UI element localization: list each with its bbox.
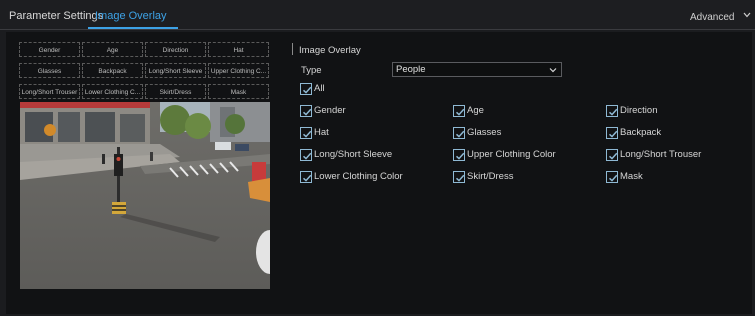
tag-mask: Mask: [208, 84, 269, 99]
check-icon[interactable]: [453, 171, 465, 183]
type-select-value: People: [396, 64, 426, 75]
checkbox-label: Gender: [314, 105, 346, 116]
type-select[interactable]: People: [392, 62, 562, 77]
tag-glasses: Glasses: [19, 63, 80, 78]
checkbox-label: Age: [467, 105, 484, 116]
section-marker: [292, 43, 293, 55]
checkbox-label: Long/Short Sleeve: [314, 149, 393, 160]
check-icon[interactable]: [300, 149, 312, 161]
check-icon[interactable]: [453, 149, 465, 161]
tag-gender: Gender: [19, 42, 80, 57]
tag-long-short-trouser: Long/Short Trouser: [19, 84, 80, 99]
top-tab-bar: Parameter Settings Image Overlay Advance…: [0, 0, 755, 30]
tag-hat: Hat: [208, 42, 269, 57]
chevron-down-icon[interactable]: [742, 10, 752, 20]
street-scene-image: [20, 102, 270, 289]
check-icon[interactable]: [453, 105, 465, 117]
active-tab-indicator: [88, 27, 178, 29]
checkbox-label: Backpack: [620, 127, 662, 138]
tab-image-overlay[interactable]: Image Overlay: [95, 10, 167, 22]
tag-upper-clothing-color: Upper Clothing C...: [208, 63, 269, 78]
attribute-tag-grid: Gender Age Direction Hat Glasses Backpac…: [19, 42, 269, 99]
section-title: Image Overlay: [299, 45, 361, 56]
tab-parameter-settings[interactable]: Parameter Settings: [9, 10, 103, 22]
tag-backpack: Backpack: [82, 63, 143, 78]
check-icon[interactable]: [606, 105, 618, 117]
checkbox-label: Direction: [620, 105, 658, 116]
check-icon[interactable]: [300, 127, 312, 139]
check-icon[interactable]: [606, 127, 618, 139]
checkbox-label: Mask: [620, 171, 643, 182]
check-icon[interactable]: [606, 171, 618, 183]
checkbox-label: Lower Clothing Color: [314, 171, 403, 182]
advanced-button[interactable]: Advanced: [690, 12, 734, 23]
checkbox-label: All: [314, 83, 325, 94]
check-icon[interactable]: [453, 127, 465, 139]
tag-long-short-sleeve: Long/Short Sleeve: [145, 63, 206, 78]
type-label: Type: [301, 65, 322, 76]
checkbox-label: Long/Short Trouser: [620, 149, 702, 160]
checkbox-label: Upper Clothing Color: [467, 149, 556, 160]
checkbox-label: Skirt/Dress: [467, 171, 514, 182]
check-icon[interactable]: [300, 171, 312, 183]
check-icon[interactable]: [300, 105, 312, 117]
checkbox-label: Hat: [314, 127, 329, 138]
tag-direction: Direction: [145, 42, 206, 57]
chevron-down-icon: [549, 68, 557, 73]
check-icon[interactable]: [606, 149, 618, 161]
checkbox-label: Glasses: [467, 127, 502, 138]
tag-age: Age: [82, 42, 143, 57]
camera-preview: [20, 102, 270, 289]
tag-lower-clothing-color: Lower Clothing C...: [82, 84, 143, 99]
tag-skirt-dress: Skirt/Dress: [145, 84, 206, 99]
check-icon[interactable]: [300, 83, 312, 95]
